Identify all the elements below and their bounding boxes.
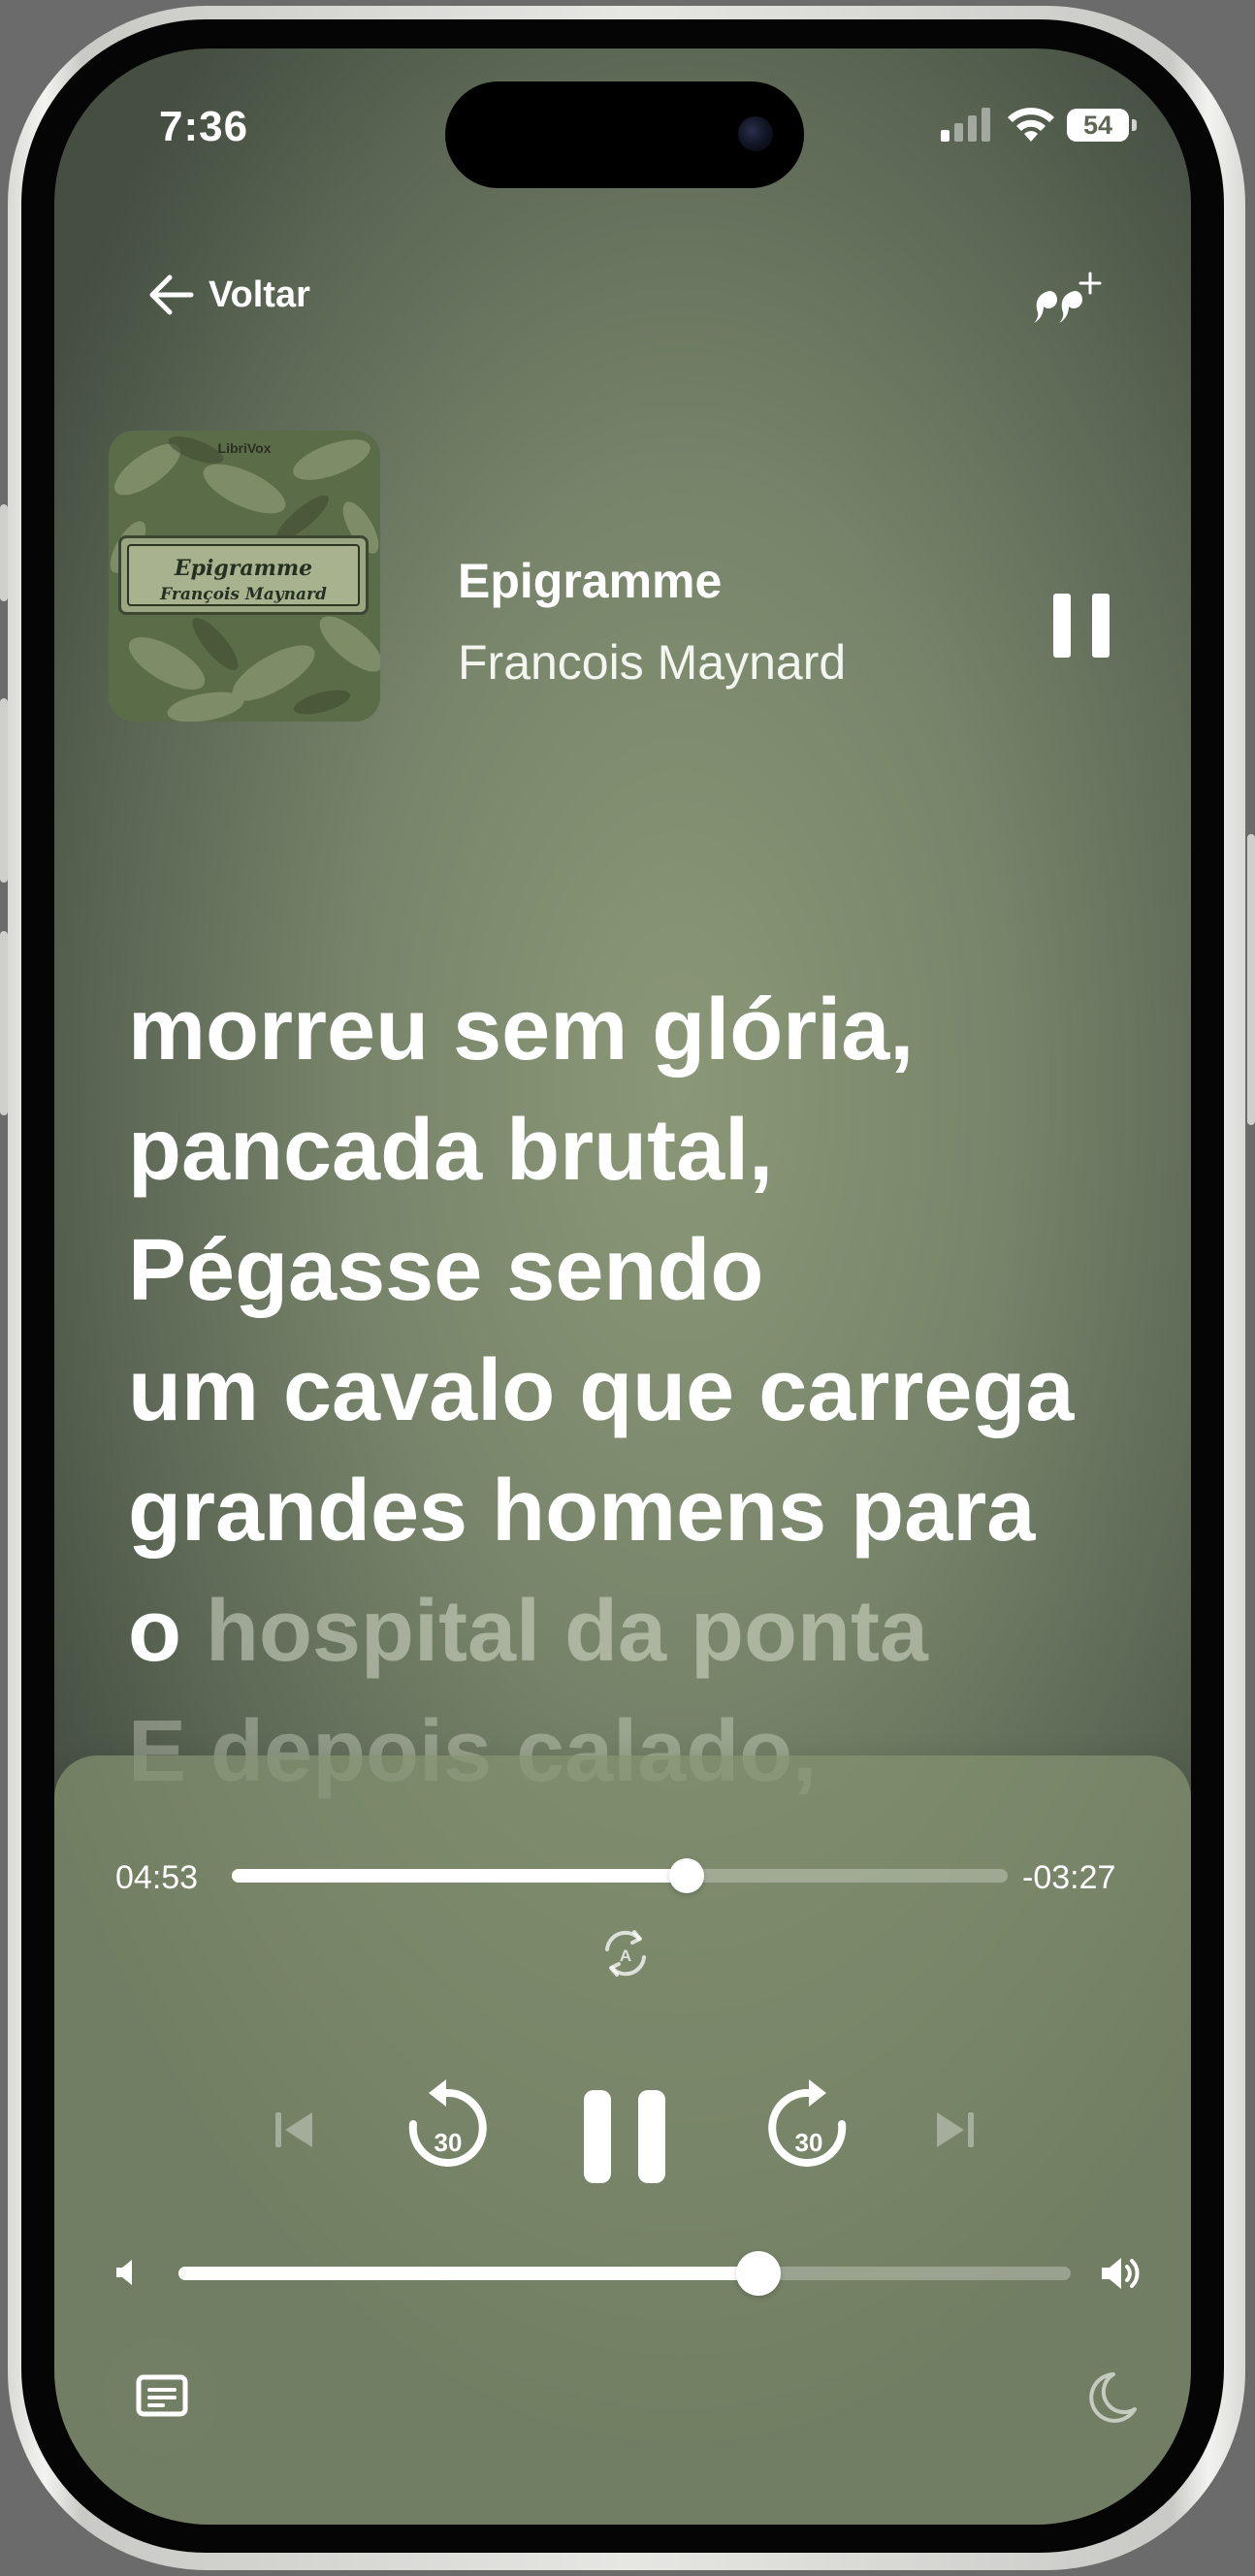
elapsed-time: 04:53 xyxy=(115,1859,199,1896)
sleep-timer-icon[interactable] xyxy=(1084,2368,1139,2427)
transcript-line[interactable]: pancada brutal, xyxy=(128,1090,1166,1210)
signal-icon xyxy=(941,108,990,142)
volume-low-icon xyxy=(116,2260,132,2285)
skip-forward-label: 30 xyxy=(794,2128,823,2157)
volume-high-icon xyxy=(1102,2258,1140,2289)
skip-back-icon[interactable] xyxy=(403,2076,491,2173)
progress-slider[interactable] xyxy=(232,1858,1008,1893)
battery-tip xyxy=(1132,119,1137,131)
skip-back-label: 30 xyxy=(434,2128,463,2157)
pause-bar-right xyxy=(638,2090,665,2183)
pause-bar-left xyxy=(584,2090,611,2183)
progress-fill xyxy=(232,1869,687,1883)
cover-title: Epigramme xyxy=(174,556,313,581)
back-label: Voltar xyxy=(209,274,310,315)
status-time: 7:36 xyxy=(159,103,249,150)
remaining-time: -03:27 xyxy=(1022,1859,1116,1896)
dynamic-island xyxy=(445,81,804,188)
album-cover: LibriVox Epigramme François Maynard xyxy=(109,431,380,722)
play-pause-button[interactable] xyxy=(584,2090,667,2183)
transcript: morreu sem glória, pancada brutal, Pégas… xyxy=(128,970,1166,1812)
track-title: Epigramme xyxy=(458,554,723,608)
player-panel: 04:53 -03:27 A 30 30 xyxy=(54,1755,1191,2525)
volume-thumb[interactable] xyxy=(736,2251,781,2296)
pause-bar-left xyxy=(1053,594,1071,658)
upcoming-words: hospital da ponta xyxy=(205,1583,928,1680)
transcript-line[interactable]: um cavalo que carrega xyxy=(128,1331,1166,1451)
add-quote-icon[interactable] xyxy=(1024,270,1102,338)
cover-publisher: LibriVox xyxy=(217,440,272,456)
next-chapter-icon[interactable] xyxy=(931,2107,980,2153)
track-author: Francois Maynard xyxy=(458,635,847,690)
transcript-icon xyxy=(136,2374,188,2417)
svg-text:A: A xyxy=(620,1947,631,1965)
battery-icon: 54 xyxy=(1067,109,1137,142)
spoken-word: o xyxy=(128,1583,206,1680)
screen: 7:36 54 Voltar LibriVox Epigramme Franço… xyxy=(54,48,1191,2525)
volume-down-button xyxy=(0,931,8,1115)
transcript-line[interactable]: Pégasse sendo xyxy=(128,1210,1166,1331)
arrow-left-icon xyxy=(149,274,194,315)
battery-level: 54 xyxy=(1067,109,1129,142)
auto-scroll-icon[interactable]: A xyxy=(599,1922,652,1984)
mini-pause-button[interactable] xyxy=(1053,594,1110,658)
skip-forward-icon[interactable] xyxy=(764,2076,852,2173)
power-button xyxy=(1247,834,1255,1125)
transcript-current-line[interactable]: o hospital da ponta xyxy=(128,1571,1166,1691)
transcript-line[interactable]: grandes homens para xyxy=(128,1451,1166,1571)
volume-up-button xyxy=(0,698,8,883)
wifi-icon xyxy=(1008,108,1054,142)
back-button[interactable]: Voltar xyxy=(146,274,310,316)
transcript-button[interactable] xyxy=(103,2337,219,2454)
previous-chapter-icon[interactable] xyxy=(270,2107,318,2153)
action-button xyxy=(0,504,8,601)
pause-bar-right xyxy=(1092,594,1110,658)
cover-title-band: Epigramme François Maynard xyxy=(118,535,369,615)
progress-thumb[interactable] xyxy=(669,1858,704,1893)
transcript-line[interactable]: morreu sem glória, xyxy=(128,970,1166,1090)
volume-fill xyxy=(178,2267,758,2280)
cover-author: François Maynard xyxy=(160,585,327,604)
cover-title-frame: Epigramme François Maynard xyxy=(127,544,360,606)
device-frame: 7:36 54 Voltar LibriVox Epigramme Franço… xyxy=(0,0,1255,2576)
camera-icon xyxy=(738,116,773,151)
volume-slider[interactable] xyxy=(178,2251,1071,2296)
